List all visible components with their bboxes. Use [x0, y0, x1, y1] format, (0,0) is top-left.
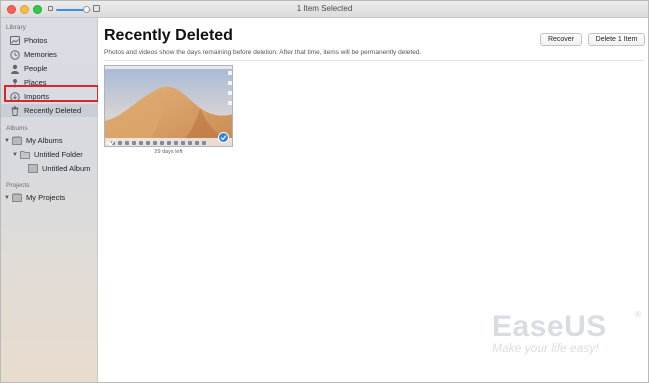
annotation-highlight-box	[4, 85, 99, 102]
header-divider	[104, 60, 645, 61]
page-subtitle: Photos and videos show the days remainin…	[104, 49, 422, 56]
people-icon	[10, 64, 20, 74]
sidebar-item-recently-deleted[interactable]: Recently Deleted	[1, 104, 98, 117]
sidebar-item-label: Recently Deleted	[24, 106, 82, 115]
library-section-header: Library	[6, 24, 26, 31]
albums-icon	[12, 136, 22, 146]
sidebar-item-label: Untitled Folder	[34, 150, 83, 159]
sidebar-item-label: Photos	[24, 36, 48, 45]
page-title: Recently Deleted	[104, 27, 233, 44]
sidebar-item-label: My Projects	[26, 193, 66, 202]
selected-check-icon	[218, 132, 229, 143]
easeus-watermark: EaseUS ® Make your life easy!	[492, 310, 642, 355]
folder-icon	[20, 150, 30, 160]
photos-window: 1 Item Selected Library Photos Memories …	[0, 0, 649, 383]
sidebar-item-label: My Albums	[26, 136, 63, 145]
sidebar-item-my-albums[interactable]: ▼ My Albums	[1, 134, 98, 147]
watermark-tagline: Make your life easy!	[492, 341, 599, 355]
window-title: 1 Item Selected	[296, 4, 353, 13]
delete-items-button[interactable]: Delete 1 Item	[588, 33, 645, 46]
watermark-brand: EaseUS	[492, 310, 607, 343]
disclosure-triangle-icon[interactable]: ▼	[3, 195, 11, 201]
albums-section-header: Albums	[6, 125, 28, 132]
photos-icon	[10, 36, 20, 46]
sidebar-item-label: Memories	[24, 50, 57, 59]
sidebar-item-photos[interactable]: Photos	[1, 34, 98, 47]
recover-button[interactable]: Recover	[540, 33, 582, 46]
disclosure-triangle-icon[interactable]: ▼	[11, 152, 19, 158]
main-content: Recently Deleted Photos and videos show …	[98, 18, 648, 382]
disclosure-triangle-icon[interactable]: ▼	[3, 138, 11, 144]
days-left-caption: 29 days left	[154, 149, 183, 155]
trash-icon	[10, 105, 20, 116]
watermark-registered-mark: ®	[635, 310, 641, 319]
projects-section-header: Projects	[6, 182, 30, 189]
sidebar-item-my-projects[interactable]: ▼ My Projects	[1, 191, 98, 204]
sidebar-item-label: Untitled Album	[42, 164, 91, 173]
desert-dunes-image	[105, 66, 232, 146]
memories-icon	[10, 49, 20, 60]
sidebar-item-people[interactable]: People	[1, 62, 98, 75]
sidebar-item-untitled-folder[interactable]: ▼ Untitled Folder	[1, 148, 98, 161]
photo-thumbnail[interactable]	[104, 65, 233, 147]
sidebar-item-label: People	[24, 64, 48, 73]
sidebar: Library Photos Memories People Places Im…	[1, 18, 98, 382]
sidebar-item-untitled-album[interactable]: Untitled Album	[1, 162, 98, 175]
projects-icon	[12, 193, 22, 203]
sidebar-item-memories[interactable]: Memories	[1, 48, 98, 61]
title-bar: 1 Item Selected	[1, 1, 648, 18]
album-icon	[28, 164, 38, 174]
